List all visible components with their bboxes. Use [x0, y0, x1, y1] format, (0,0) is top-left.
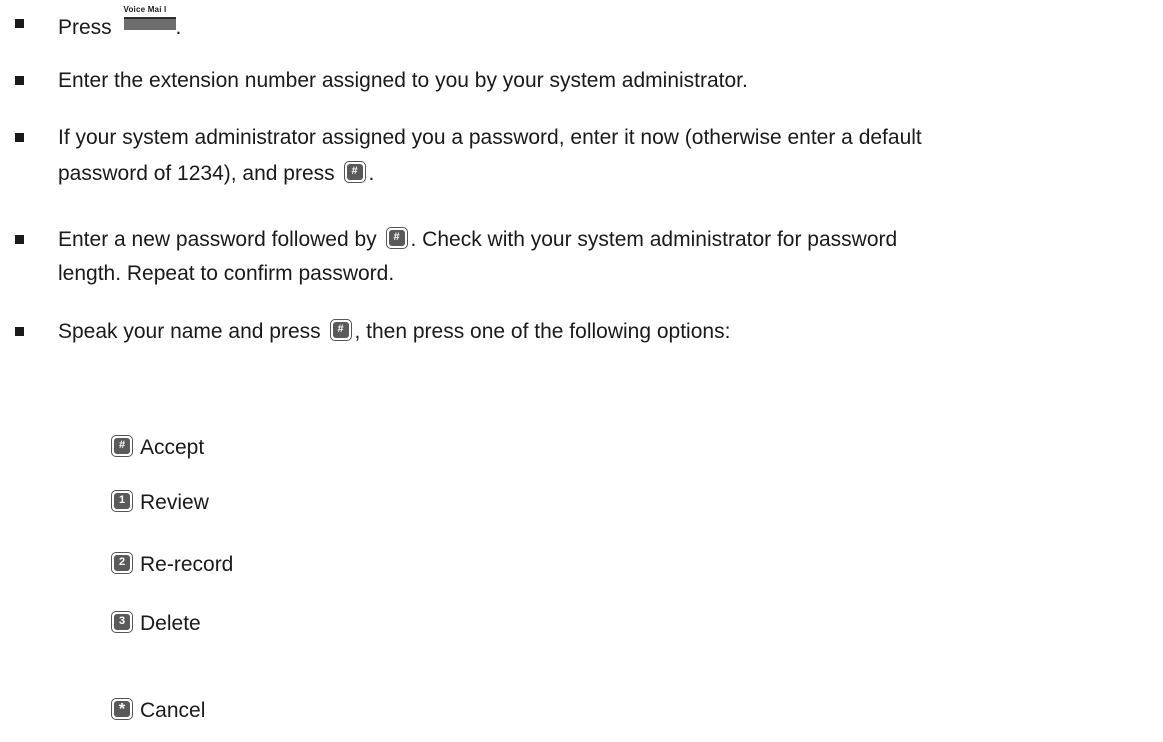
bullet-2 — [15, 76, 24, 85]
option-accept: # Accept — [111, 432, 204, 463]
step-1-text: Press — [58, 16, 118, 39]
two-key-icon: 2 — [111, 552, 133, 575]
pound-key-icon: # — [343, 161, 366, 184]
option-cancel: * Cancel — [111, 695, 205, 726]
bullet-1 — [15, 19, 24, 28]
bullet-3 — [15, 133, 24, 142]
pound-key-icon: # — [329, 319, 352, 342]
star-key-icon: * — [111, 698, 133, 721]
step-3-post: . — [368, 162, 375, 185]
option-label: Delete — [140, 612, 201, 635]
step-5: Speak your name and press #, then press … — [58, 316, 730, 347]
option-label: Cancel — [140, 699, 206, 722]
option-label: Re-record — [140, 553, 234, 576]
step-3-text: password of 1234), and press — [58, 162, 341, 185]
step-4-text: Enter a new password followed by — [58, 228, 383, 251]
step-4-line-1: Enter a new password followed by #. Chec… — [58, 224, 897, 255]
step-4-line-2: length. Repeat to confirm password. — [58, 262, 395, 285]
three-key-icon: 3 — [111, 611, 133, 634]
bullet-5 — [15, 327, 24, 336]
option-review: 1 Review — [111, 487, 209, 518]
pound-key-icon: # — [111, 435, 133, 458]
step-2: Enter the extension number assigned to y… — [58, 69, 748, 92]
option-label: Accept — [140, 436, 205, 459]
step-3-line-1: If your system administrator assigned yo… — [58, 126, 922, 149]
step-1-post: . — [175, 16, 182, 39]
option-label: Review — [140, 491, 209, 514]
one-key-icon: 1 — [111, 490, 133, 513]
step-1: Press Voice Mai l. — [58, 5, 182, 43]
voice-mail-label: Voice Mai l — [123, 5, 167, 14]
voice-mail-button[interactable]: Voice Mai l — [123, 5, 176, 34]
step-5-post: , then press one of the following option… — [354, 320, 731, 343]
step-5-text: Speak your name and press — [58, 320, 327, 343]
pound-key-icon: # — [385, 227, 408, 250]
voice-mail-key-face — [123, 17, 176, 30]
option-re-record: 2 Re-record — [111, 549, 233, 580]
bullet-4 — [15, 235, 24, 244]
step-3-line-2: password of 1234), and press #. — [58, 158, 374, 189]
option-delete: 3 Delete — [111, 608, 201, 639]
step-4-post: . Check with your system administrator f… — [410, 228, 898, 251]
